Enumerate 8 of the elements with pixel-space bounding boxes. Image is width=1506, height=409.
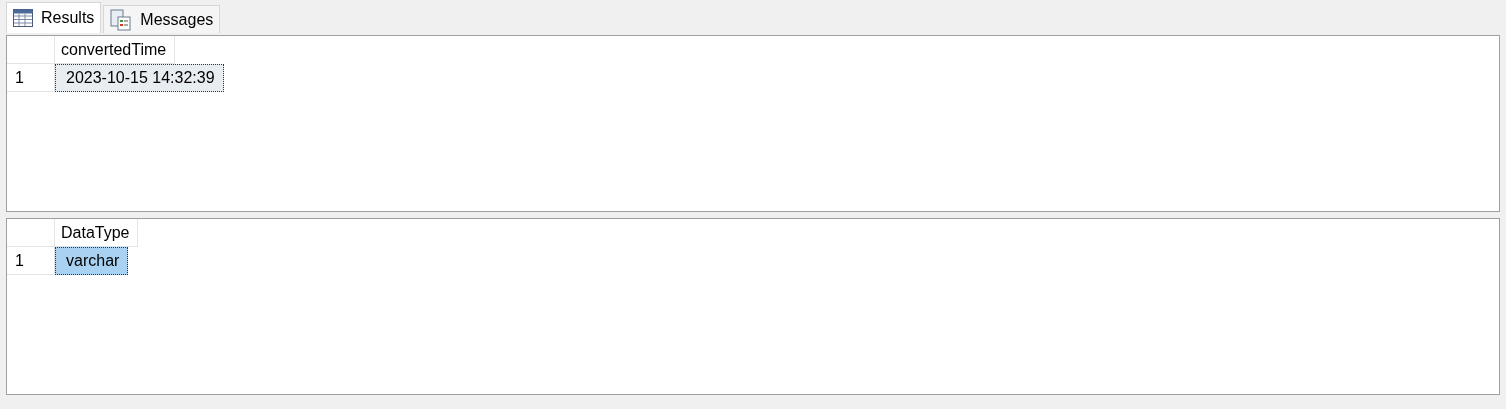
- table-cell[interactable]: 2023-10-15 14:32:39: [55, 64, 224, 92]
- corner-header: [7, 219, 55, 247]
- table-icon: [13, 9, 33, 27]
- tab[interactable]: Messages: [103, 5, 221, 33]
- tab[interactable]: Results: [6, 2, 102, 33]
- table-cell[interactable]: varchar: [55, 247, 129, 275]
- corner-header: [7, 36, 55, 64]
- document-icon: [110, 8, 133, 31]
